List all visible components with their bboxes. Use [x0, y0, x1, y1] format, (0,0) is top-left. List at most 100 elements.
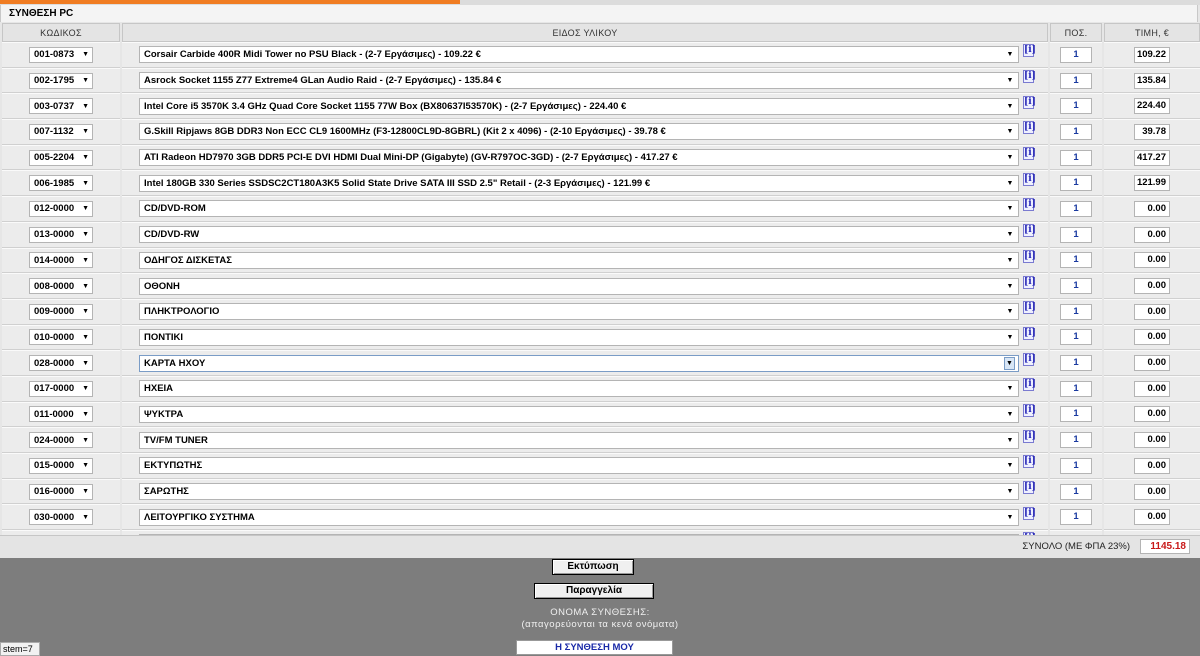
info-icon[interactable]: [i] — [1023, 403, 1036, 417]
item-select[interactable]: ΕΚΤΥΠΩΤΗΣ ▼ — [139, 457, 1019, 475]
code-select[interactable]: 002-1795 ▼ — [29, 72, 93, 89]
item-select[interactable]: ΟΔΗΓΟΣ ΔΙΣΚΕΤΑΣ ▼ — [139, 251, 1019, 269]
item-select[interactable]: CD/DVD-RW ▼ — [139, 226, 1019, 244]
item-select[interactable]: ΗΧΕΙΑ ▼ — [139, 380, 1019, 398]
item-select[interactable]: TV/FM TUNER ▼ — [139, 431, 1019, 449]
qty-input[interactable]: 1 — [1060, 149, 1092, 166]
info-icon[interactable]: [i] — [1023, 172, 1036, 186]
qty-input[interactable]: 1 — [1060, 355, 1092, 372]
code-select[interactable]: 001-0873 ▼ — [29, 46, 93, 63]
item-select[interactable]: ΟΘΟΝΗ ▼ — [139, 277, 1019, 295]
code-value: 013-0000 — [34, 229, 75, 241]
qty-input[interactable]: 1 — [1060, 380, 1092, 397]
code-select[interactable]: 012-0000 ▼ — [29, 200, 93, 217]
code-select[interactable]: 028-0000 ▼ — [29, 355, 93, 372]
info-icon[interactable]: [i] — [1023, 326, 1036, 340]
code-select[interactable]: 024-0000 ▼ — [29, 432, 93, 449]
qty-input[interactable]: 1 — [1060, 252, 1092, 269]
table-row: 017-0000 ▼ ΗΧΕΙΑ ▼ [i] 1 0.00 — [2, 375, 1200, 402]
info-icon[interactable]: [i] — [1023, 224, 1036, 238]
info-icon[interactable]: [i] — [1023, 70, 1036, 84]
code-select[interactable]: 014-0000 ▼ — [29, 252, 93, 269]
code-select[interactable]: 013-0000 ▼ — [29, 226, 93, 243]
qty-input[interactable]: 1 — [1060, 72, 1092, 89]
code-cell: 017-0000 ▼ — [2, 375, 120, 402]
print-button[interactable]: Εκτύπωση — [552, 559, 634, 575]
code-select[interactable]: 016-0000 ▼ — [29, 483, 93, 500]
item-select[interactable]: ΠΟΝΤΙΚΙ ▼ — [139, 328, 1019, 346]
code-select[interactable]: 007-1132 ▼ — [29, 123, 93, 140]
qty-input[interactable]: 1 — [1060, 303, 1092, 320]
info-icon[interactable]: [i] — [1023, 352, 1036, 366]
info-icon[interactable]: [i] — [1023, 506, 1036, 520]
qty-input[interactable]: 1 — [1060, 46, 1092, 63]
item-select[interactable]: ΠΛΗΚΤΡΟΛΟΓΙΟ ▼ — [139, 303, 1019, 321]
code-select[interactable]: 030-0000 ▼ — [29, 509, 93, 526]
info-icon[interactable]: [i] — [1023, 429, 1036, 443]
item-value: ATI Radeon HD7970 3GB DDR5 PCI-E DVI HDM… — [144, 152, 678, 164]
code-value: 007-1132 — [34, 126, 74, 138]
info-icon[interactable]: [i] — [1023, 44, 1036, 58]
info-icon[interactable]: [i] — [1023, 301, 1036, 315]
chevron-down-icon: ▼ — [82, 410, 89, 418]
info-icon[interactable]: [i] — [1023, 147, 1036, 161]
info-icon[interactable]: [i] — [1023, 95, 1036, 109]
info-icon[interactable]: [i] — [1023, 481, 1036, 495]
table-row: 012-0000 ▼ CD/DVD-ROM ▼ [i] 1 0.00 — [2, 196, 1200, 222]
item-select[interactable]: Intel Core i5 3570K 3.4 GHz Quad Core So… — [139, 97, 1019, 115]
info-icon[interactable]: [i] — [1023, 455, 1036, 469]
qty-input[interactable]: 1 — [1060, 200, 1092, 217]
item-select[interactable]: ΛΕΙΤΟΥΡΓΙΚΟ ΣΥΣΤΗΜΑ ▼ — [139, 508, 1019, 526]
item-select[interactable]: Asrock Socket 1155 Z77 Extreme4 GLan Aud… — [139, 72, 1019, 90]
code-select[interactable]: 009-0000 ▼ — [29, 303, 93, 320]
info-icon[interactable]: [i] — [1023, 198, 1036, 212]
qty-input[interactable]: 1 — [1060, 123, 1092, 140]
info-icon[interactable]: [i] — [1023, 378, 1036, 392]
info-icon[interactable]: [i] — [1023, 249, 1036, 263]
code-select[interactable]: 008-0000 ▼ — [29, 278, 93, 295]
code-select[interactable]: 015-0000 ▼ — [29, 457, 93, 474]
qty-cell: 1 — [1050, 324, 1102, 351]
qty-input[interactable]: 1 — [1060, 98, 1092, 115]
qty-input[interactable]: 1 — [1060, 509, 1092, 526]
item-select[interactable]: ΨΥΚΤΡΑ ▼ — [139, 405, 1019, 423]
qty-input[interactable]: 1 — [1060, 329, 1092, 346]
qty-input[interactable]: 1 — [1060, 457, 1092, 474]
info-icon[interactable]: [i] — [1023, 121, 1036, 135]
item-value: TV/FM TUNER — [144, 434, 208, 446]
price-cell: 135.84 — [1104, 67, 1200, 94]
chevron-down-icon: ▼ — [82, 102, 89, 110]
item-select[interactable]: CD/DVD-ROM ▼ — [139, 200, 1019, 218]
order-button[interactable]: Παραγγελία — [534, 583, 654, 599]
item-cell: ATI Radeon HD7970 3GB DDR5 PCI-E DVI HDM… — [122, 144, 1048, 171]
item-select[interactable]: ΣΑΡΩΤΗΣ ▼ — [139, 483, 1019, 501]
item-select[interactable]: Corsair Carbide 400R Midi Tower no PSU B… — [139, 46, 1019, 64]
chevron-down-icon: ▼ — [1006, 462, 1014, 470]
qty-input[interactable]: 1 — [1060, 432, 1092, 449]
qty-input[interactable]: 1 — [1060, 278, 1092, 295]
qty-cell: 1 — [1050, 273, 1102, 299]
code-select[interactable]: 011-0000 ▼ — [29, 406, 93, 423]
chevron-down-icon: ▼ — [82, 385, 89, 393]
code-select[interactable]: 006-1985 ▼ — [29, 175, 93, 192]
build-name-input[interactable]: Η ΣΥΝΘΕΣΗ ΜΟΥ — [516, 640, 673, 655]
price-value: 0.00 — [1134, 380, 1170, 397]
item-select[interactable]: ATI Radeon HD7970 3GB DDR5 PCI-E DVI HDM… — [139, 149, 1019, 167]
code-select[interactable]: 017-0000 ▼ — [29, 380, 93, 397]
qty-input[interactable]: 1 — [1060, 406, 1092, 423]
price-value: 0.00 — [1134, 226, 1170, 243]
price-value: 135.84 — [1134, 72, 1170, 89]
item-select[interactable]: Intel 180GB 330 Series SSDSC2CT180A3K5 S… — [139, 174, 1019, 192]
info-icon[interactable]: [i] — [1023, 275, 1036, 289]
item-select[interactable]: ΚΑΡΤΑ ΗΧΟΥ ▼ — [139, 354, 1019, 372]
code-select[interactable]: 003-0737 ▼ — [29, 98, 93, 115]
item-select[interactable]: G.Skill Ripjaws 8GB DDR3 Non ECC CL9 160… — [139, 123, 1019, 141]
code-select[interactable]: 005-2204 ▼ — [29, 149, 93, 166]
qty-input[interactable]: 1 — [1060, 226, 1092, 243]
code-select[interactable]: 010-0000 ▼ — [29, 329, 93, 346]
qty-input[interactable]: 1 — [1060, 483, 1092, 500]
header-qty: ΠΟΣ. — [1050, 23, 1102, 42]
qty-input[interactable]: 1 — [1060, 175, 1092, 192]
qty-cell: 1 — [1050, 247, 1102, 274]
qty-cell: 1 — [1050, 144, 1102, 171]
